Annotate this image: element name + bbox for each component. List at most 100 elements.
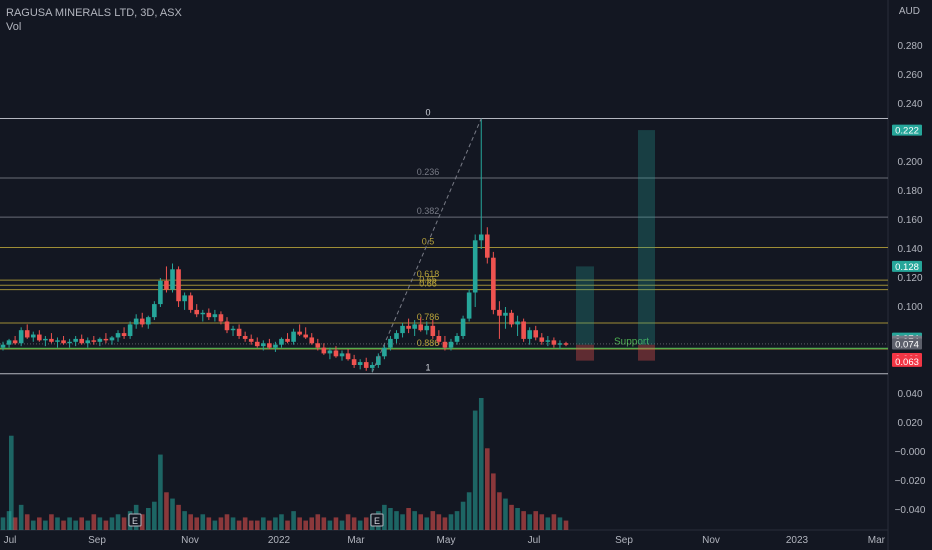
fib-level-label: 0 [425, 108, 430, 118]
candle [491, 257, 496, 310]
candle [158, 280, 163, 305]
volume-bar [285, 520, 290, 530]
candle [170, 269, 175, 290]
volume-bar [261, 517, 266, 530]
volume-bar [321, 517, 327, 530]
volume-bar [339, 520, 345, 530]
price-badge-label: 0.222 [895, 126, 919, 137]
candle [12, 340, 18, 344]
candle [497, 309, 502, 316]
candle [291, 331, 296, 342]
candle [230, 328, 236, 331]
price-badge-label: 0.128 [895, 262, 919, 273]
fib-level-label: 0.382 [417, 206, 440, 216]
candle [448, 341, 454, 348]
candle [551, 340, 557, 345]
candle [345, 353, 351, 360]
candle [49, 338, 54, 342]
volume-tick: −0.000 [895, 447, 926, 458]
volume-bar [394, 511, 399, 530]
volume-bar [18, 504, 24, 530]
volume-bar [224, 514, 230, 530]
candle [351, 359, 357, 365]
volume-bar [327, 520, 333, 530]
candle [545, 340, 551, 342]
candle [37, 334, 42, 341]
volume-bar [182, 511, 187, 530]
volume-bar [345, 514, 351, 530]
price-chart[interactable]: 00.2360.3820.50.6180.650.660.7860.8861Su… [0, 0, 932, 550]
time-label: 2022 [268, 535, 291, 546]
volume-bar [43, 520, 48, 530]
price-tick: 0.260 [897, 70, 922, 81]
candle [357, 362, 363, 365]
candle [460, 318, 466, 336]
candle [152, 304, 157, 318]
candle [79, 338, 84, 344]
volume-bar [37, 517, 42, 530]
volume-bar [351, 517, 357, 530]
volume-tick: 0.040 [897, 389, 922, 400]
volume-bar [303, 520, 308, 530]
volume-bar [291, 511, 296, 530]
position-box-1-target [576, 266, 594, 345]
candle [466, 292, 472, 319]
volume-bar [242, 517, 248, 530]
volume-bar [267, 520, 272, 530]
price-tick: 0.180 [897, 186, 922, 197]
candle [521, 321, 526, 339]
currency-label: AUD [898, 6, 920, 17]
candle [509, 312, 514, 325]
volume-bar [176, 504, 181, 530]
volume-bar [97, 517, 103, 530]
earnings-marker-label: E [374, 516, 380, 526]
volume-label: Vol [6, 21, 22, 33]
volume-bar [315, 514, 321, 530]
time-label: Jul [528, 535, 541, 546]
volume-bar [73, 520, 78, 530]
candle [412, 324, 417, 329]
symbol-title: RAGUSA MINERALS LTD, 3D, ASX [6, 7, 182, 19]
volume-bar [333, 517, 339, 530]
candle [430, 325, 436, 336]
volume-bar [430, 511, 436, 530]
fib-level-label: 0.236 [417, 167, 440, 177]
candle [333, 350, 339, 357]
candle [321, 347, 327, 354]
position-box-1-stop [576, 344, 594, 361]
volume-bar [448, 514, 454, 530]
volume-bar [115, 514, 121, 530]
fib-level-label: 0.786 [417, 312, 440, 322]
price-tick: 0.140 [897, 244, 922, 255]
candle [418, 324, 424, 331]
candle [279, 338, 284, 345]
volume-bar [236, 520, 242, 530]
candle [103, 338, 109, 341]
candle [297, 331, 302, 335]
volume-bar [563, 520, 569, 530]
volume-bar [103, 520, 109, 530]
chart-area[interactable]: 00.2360.3820.50.6180.650.660.7860.8861Su… [0, 0, 932, 550]
volume-bar [406, 508, 411, 530]
volume-bar [539, 514, 545, 530]
volume-bar [91, 514, 97, 530]
volume-bar [230, 517, 236, 530]
candle [327, 350, 333, 354]
candle [164, 280, 169, 290]
candle [85, 340, 91, 344]
candle [30, 334, 36, 338]
volume-bar [424, 517, 430, 530]
volume-tick: 0.020 [897, 418, 922, 429]
candle [61, 340, 66, 344]
candle [563, 343, 569, 345]
time-label: Sep [88, 535, 106, 546]
candle [515, 321, 520, 325]
volume-bar [254, 520, 260, 530]
candle [248, 338, 254, 342]
candle [115, 333, 121, 338]
candle [97, 338, 103, 342]
volume-bar [200, 514, 206, 530]
time-label: Jul [4, 535, 17, 546]
volume-bar [9, 435, 14, 530]
candle [91, 340, 97, 342]
